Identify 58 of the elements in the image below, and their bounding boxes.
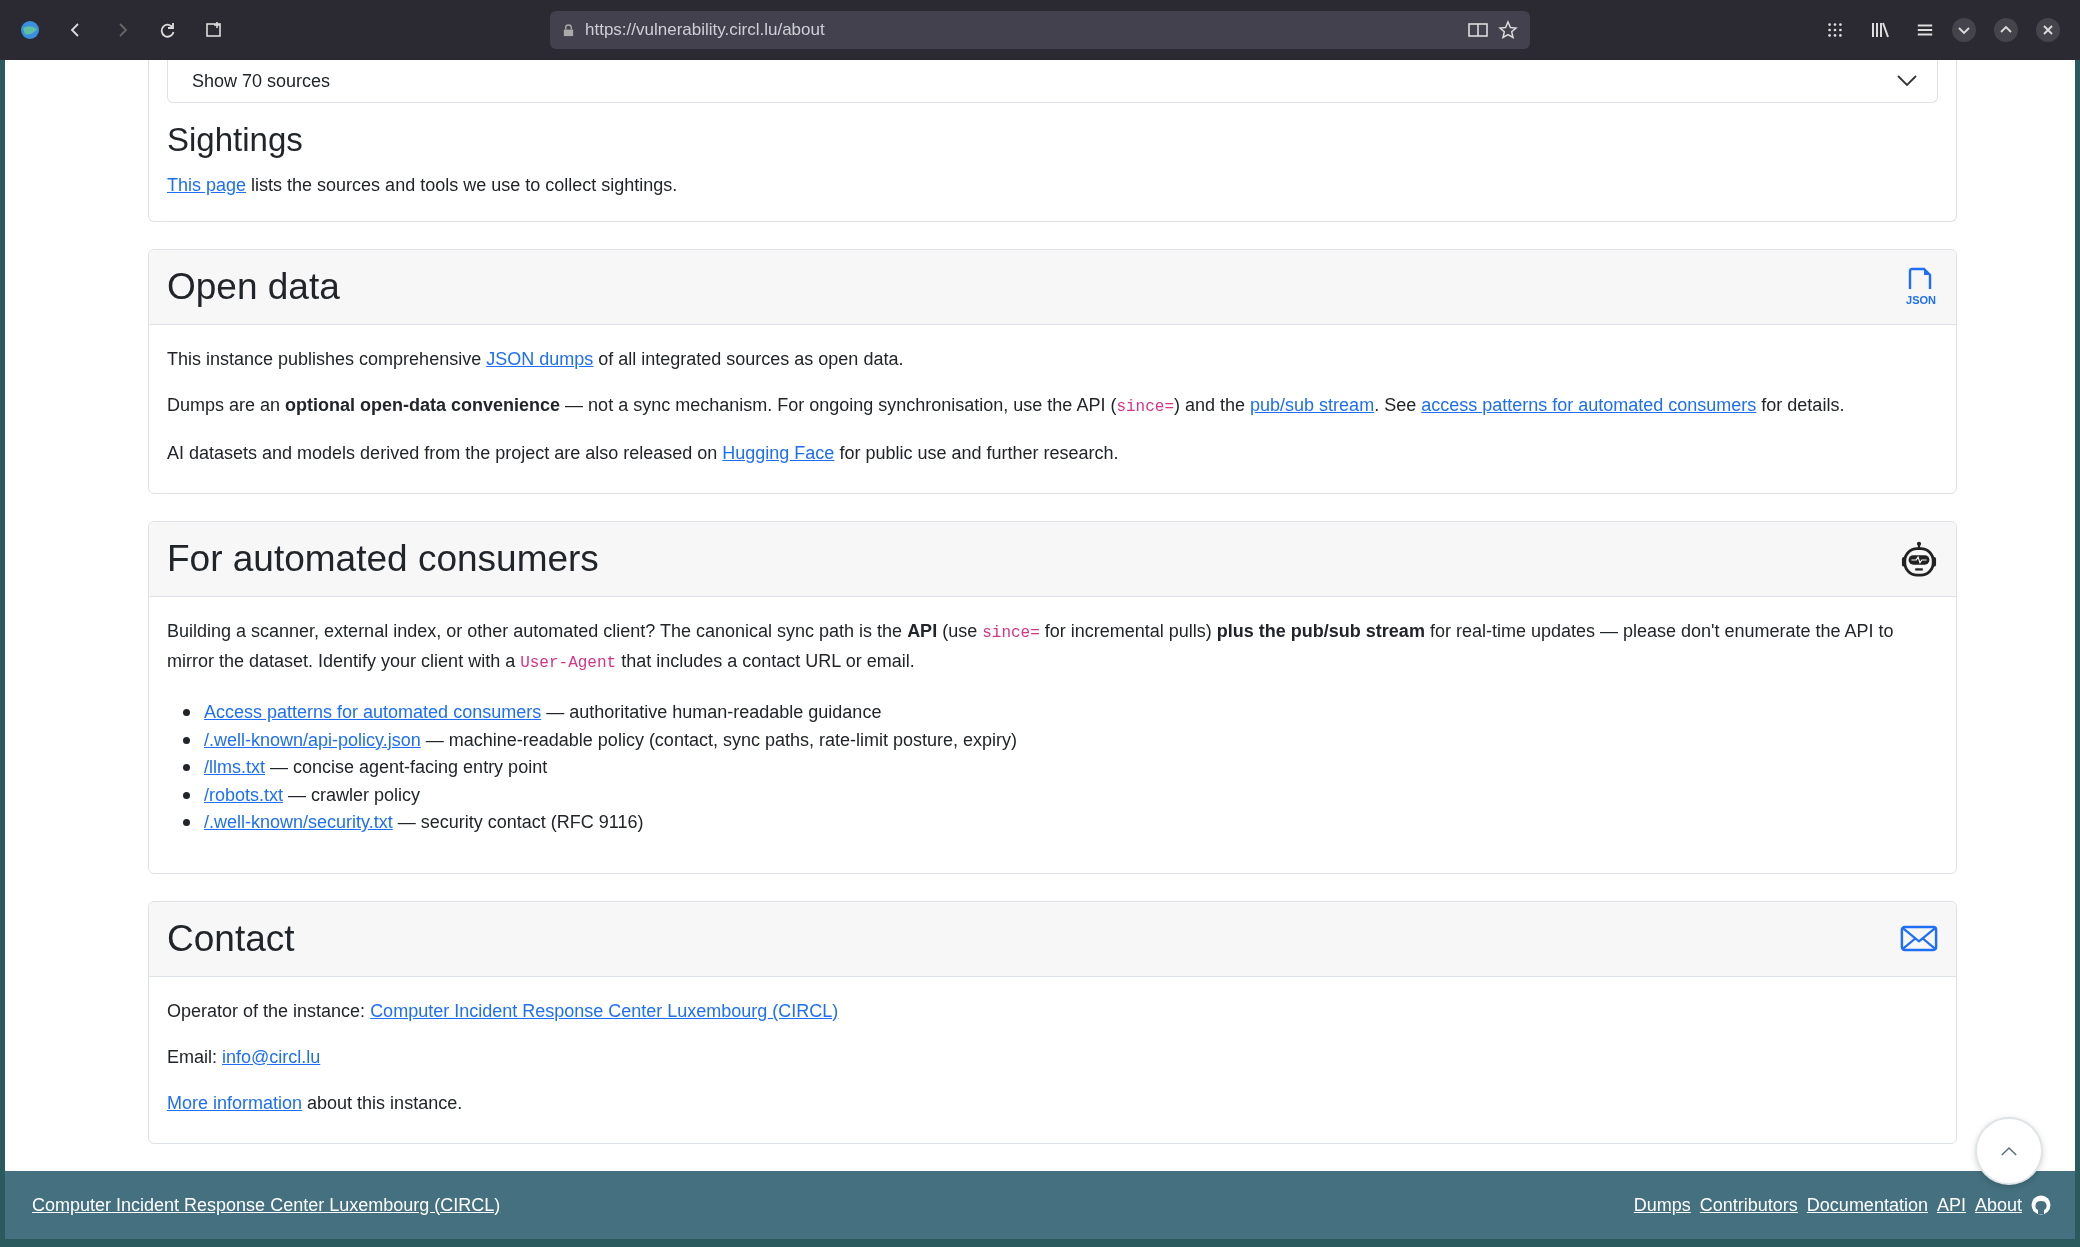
paragraph: This instance publishes comprehensive JSON dumps of all integrated sources as open data. (167, 348, 905, 371)
link[interactable]: pub/sub stream (1250, 395, 1375, 415)
list-item-text: /.well-known/api-policy.json — machine-readable policy (contact, sync paths, rate-limit posture, expiry) (204, 728, 1017, 752)
section-heading: Sightings (167, 121, 304, 159)
bullet-icon (183, 791, 190, 799)
list-item-text: /.well-known/security.txt — security contact (RFC 9116) (204, 811, 644, 834)
footer-link[interactable]: Contributors (1699, 1194, 1798, 1216)
footer-link[interactable]: API (1936, 1194, 1966, 1216)
bullet-icon (183, 764, 190, 772)
new-tab-icon[interactable] (204, 20, 224, 40)
paragraph: This page lists the sources and tools we use to collect sightings. (167, 174, 679, 197)
reader-view-icon[interactable] (1468, 22, 1488, 38)
chevron-icon (1897, 75, 1917, 87)
link[interactable]: More information (167, 1092, 303, 1113)
link[interactable]: /.well-known/api-policy.json (204, 729, 421, 750)
list-item-text: Access patterns for automated consumers — authoritative human-readable guidance (204, 701, 882, 724)
section-title: For automated consumers (167, 538, 599, 580)
link[interactable]: Access patterns for automated consumers (204, 702, 542, 722)
section-title: Contact (167, 917, 295, 960)
footer-link[interactable]: Computer Incident Response Center Luxembourg (CIRCL) (32, 1194, 501, 1216)
link[interactable]: /.well-known/security.txt (204, 812, 393, 832)
paragraph: Operator of the instance: Computer Incident Response Center Luxembourg (CIRCL) (167, 999, 840, 1023)
footer-link[interactable]: Dumps (1633, 1194, 1691, 1216)
minimize-icon[interactable] (1952, 18, 1976, 42)
paragraph: Dumps are an optional open-data convenience — not a sync mechanism. For ongoing synchronisation, use the API (since=) and the pub/sub stream. See access patterns for automated consumers for details. (167, 394, 1846, 418)
link[interactable]: access patterns for automated consumers (1421, 395, 1757, 415)
footer-link[interactable]: Documentation (1806, 1194, 1928, 1216)
scroll-to-top-button[interactable] (1975, 1117, 2043, 1185)
bullet-icon (183, 819, 190, 827)
paragraph: More information about this instance. (167, 1091, 464, 1115)
library-icon[interactable] (1870, 20, 1890, 40)
sources-expander[interactable]: Show 70 sources (167, 60, 1938, 103)
section-title: Open data (167, 266, 340, 308)
robot-icon (1900, 541, 1938, 577)
list-item-text: /robots.txt — crawler policy (204, 783, 421, 807)
close-icon[interactable] (2036, 18, 2060, 42)
link[interactable]: info@circl.lu (222, 1046, 321, 1067)
footer-link[interactable]: About (1974, 1194, 2022, 1216)
link[interactable]: /robots.txt (204, 784, 284, 805)
bullet-icon (183, 736, 190, 744)
paragraph: Email: info@circl.lu (167, 1045, 322, 1069)
maximize-icon[interactable] (1994, 18, 2018, 42)
link[interactable]: Computer Incident Response Center Luxembourg (CIRCL) (370, 1000, 839, 1021)
lock-icon (562, 23, 575, 37)
chevron-up-icon (2000, 1145, 2018, 1157)
address-bar[interactable]: https://vulnerability.circl.lu/about (550, 11, 1530, 49)
paragraph: AI datasets and models derived from the project are also released on Hugging Face for public use and further research. (167, 442, 1120, 465)
link[interactable]: JSON dumps (486, 349, 594, 369)
list-item-text: /llms.txt — concise agent-facing entry point (204, 756, 548, 779)
bookmark-star-icon[interactable] (1498, 20, 1518, 40)
paragraph: Building a scanner, external index, or other automated client? The canonical sync path is the API (use since= for incremental pulls) plus the pub/sub stream for real-time updates — please don't enumerate the API to mirror the dataset. Identify your client with a User-Agent that includes a contact URL or email. (167, 620, 1895, 674)
browser-logo-icon (20, 20, 40, 40)
link[interactable]: Hugging Face (722, 443, 835, 463)
bullet-icon (183, 709, 190, 717)
link[interactable]: /llms.txt (204, 757, 265, 777)
envelope-icon (1900, 925, 1938, 952)
apps-grid-icon[interactable] (1826, 21, 1844, 39)
link[interactable]: This page (167, 175, 247, 195)
